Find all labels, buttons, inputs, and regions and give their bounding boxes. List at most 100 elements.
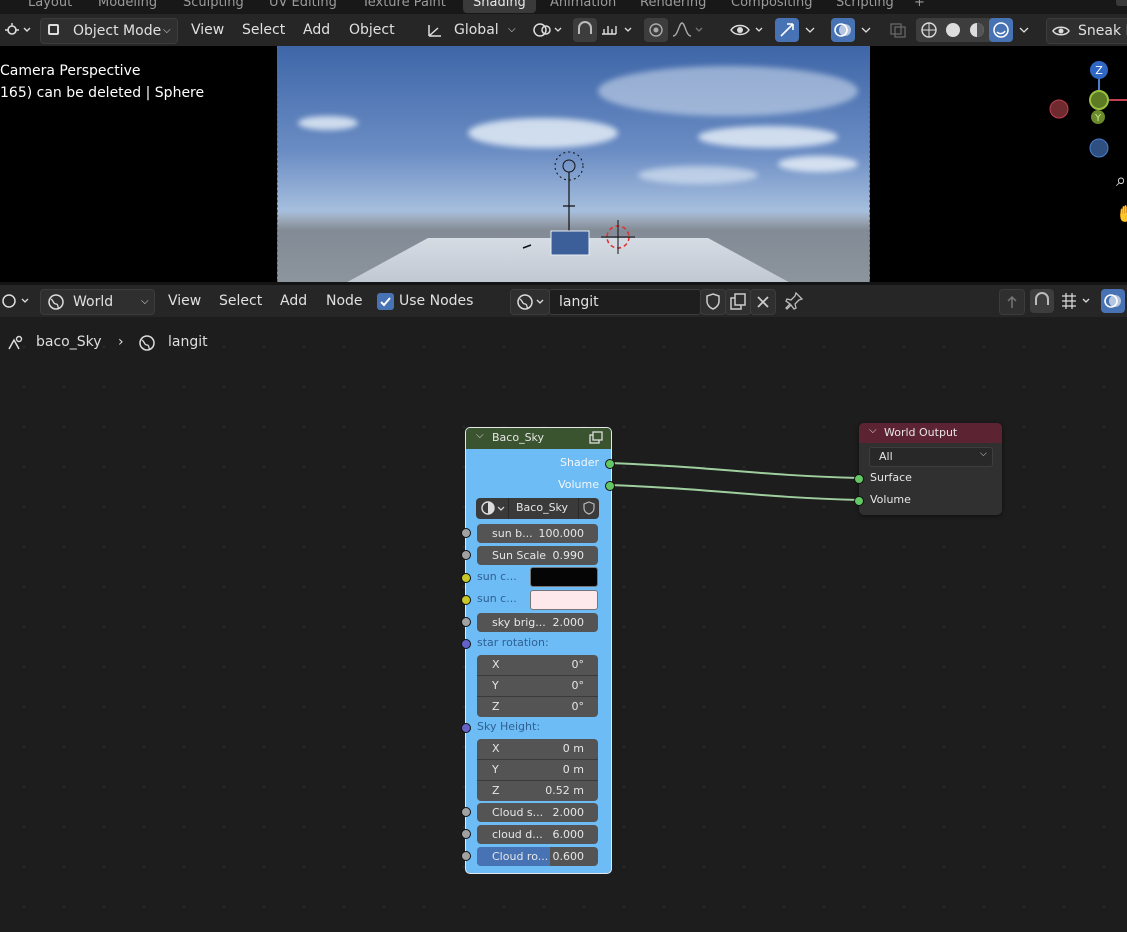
cloud-rotation-slider[interactable]: Cloud ro... 0.600 bbox=[477, 847, 598, 866]
tab-texture-paint[interactable]: Texture Paint bbox=[362, 0, 446, 13]
surface-input-socket[interactable] bbox=[854, 474, 864, 484]
shading-dropdown[interactable] bbox=[1014, 18, 1036, 42]
sky-height-y[interactable]: Y 0 m bbox=[477, 760, 598, 781]
sun-color-2-swatch[interactable] bbox=[530, 590, 598, 610]
sun-scale-field[interactable]: Sun Scale 0.990 bbox=[477, 546, 598, 565]
scene-selector-edge[interactable] bbox=[1116, 0, 1127, 6]
workspace-tabs: Layout Modeling Sculpting UV Editing Tex… bbox=[0, 0, 1127, 14]
snap-element-dropdown[interactable] bbox=[1058, 289, 1096, 313]
node-header[interactable]: ⌵ World Output bbox=[859, 423, 1002, 443]
sky-brightness-field[interactable]: sky brig... 2.000 bbox=[477, 613, 598, 632]
menu-object[interactable]: Object bbox=[349, 18, 395, 42]
node-tree-icon bbox=[481, 501, 505, 515]
node-group-selector[interactable]: Baco_Sky bbox=[476, 498, 599, 519]
sky-height-x[interactable]: X 0 m bbox=[477, 739, 598, 760]
pin-button[interactable] bbox=[782, 289, 806, 313]
star-rotation-z[interactable]: Z 0° bbox=[477, 697, 598, 717]
tab-modeling[interactable]: Modeling bbox=[98, 0, 157, 13]
tab-rendering[interactable]: Rendering bbox=[640, 0, 706, 13]
3d-viewport[interactable]: Camera Perspective 165) can be deleted |… bbox=[0, 46, 1127, 282]
falloff-dropdown[interactable] bbox=[670, 18, 706, 42]
color-input-socket[interactable] bbox=[461, 595, 471, 605]
star-rotation-vector[interactable]: X 0° Y 0° Z 0° bbox=[477, 655, 598, 717]
world-name-field[interactable]: langit bbox=[549, 289, 701, 315]
star-rotation-x[interactable]: X 0° bbox=[477, 655, 598, 676]
world-output-node[interactable]: ⌵ World Output All ⌵ Surface Volume bbox=[854, 423, 1002, 515]
overlay-toggle[interactable] bbox=[831, 18, 855, 42]
field-label: sun b... bbox=[492, 527, 533, 540]
output-shader-socket[interactable] bbox=[605, 459, 615, 469]
fake-user-button[interactable] bbox=[700, 289, 726, 315]
overlay-toggle[interactable] bbox=[1101, 289, 1125, 313]
sky-height-vector[interactable]: X 0 m Y 0 m Z 0.52 m bbox=[477, 739, 598, 801]
snap-toggle[interactable] bbox=[573, 18, 597, 42]
navigation-gizmo[interactable]: Z Y bbox=[1040, 56, 1127, 168]
sun-brightness-field[interactable]: sun b... 100.000 bbox=[477, 524, 598, 543]
input-socket[interactable] bbox=[461, 550, 471, 560]
unlink-button[interactable] bbox=[750, 289, 776, 315]
axis-value: 0° bbox=[571, 700, 585, 713]
menu-add[interactable]: Add bbox=[303, 18, 330, 42]
camera-view-icon[interactable]: ✋ bbox=[1116, 204, 1127, 223]
mode-dropdown[interactable]: Object Mode ⌵ bbox=[40, 18, 178, 44]
pivot-dropdown[interactable] bbox=[530, 18, 566, 42]
tab-uv-editing[interactable]: UV Editing bbox=[269, 0, 337, 13]
snap-toggle[interactable] bbox=[1030, 289, 1054, 313]
shader-type-dropdown[interactable]: World ⌵ bbox=[40, 289, 155, 315]
menu-view[interactable]: View bbox=[168, 289, 201, 313]
collapse-icon[interactable]: ⌵ bbox=[869, 425, 877, 436]
star-rotation-y[interactable]: Y 0° bbox=[477, 676, 598, 697]
vector-input-socket[interactable] bbox=[461, 639, 471, 649]
tab-sculpting[interactable]: Sculpting bbox=[183, 0, 244, 13]
gizmo-dropdown[interactable] bbox=[800, 18, 820, 42]
world-browse-button[interactable] bbox=[510, 289, 550, 315]
input-socket[interactable] bbox=[461, 528, 471, 538]
editor-type-button[interactable] bbox=[0, 289, 34, 313]
baco-sky-node[interactable]: ⌵ Baco_Sky Shader Volume Baco_Sky sun b.… bbox=[461, 427, 615, 874]
orientation-dropdown[interactable]: Global ⌵ bbox=[420, 18, 520, 42]
gizmo-toggle[interactable] bbox=[775, 18, 799, 42]
proportional-edit-toggle[interactable] bbox=[644, 18, 668, 42]
vector-input-socket[interactable] bbox=[461, 723, 471, 733]
node-editor-canvas[interactable]: baco_Sky › langit ⌵ Baco_Sky Shader Volu… bbox=[0, 317, 1127, 932]
output-volume-socket[interactable] bbox=[605, 481, 615, 491]
tab-animation[interactable]: Animation bbox=[550, 0, 616, 13]
shield-icon[interactable] bbox=[581, 501, 597, 516]
color-input-socket[interactable] bbox=[461, 573, 471, 583]
node-header[interactable]: ⌵ Baco_Sky bbox=[466, 428, 611, 449]
collapse-icon[interactable]: ⌵ bbox=[476, 430, 484, 441]
menu-select[interactable]: Select bbox=[242, 18, 285, 42]
xray-toggle[interactable] bbox=[886, 18, 910, 42]
menu-add[interactable]: Add bbox=[280, 289, 307, 313]
cloud-scale-field[interactable]: Cloud s... 2.000 bbox=[477, 803, 598, 822]
use-nodes-checkbox[interactable]: Use Nodes bbox=[377, 289, 487, 313]
field-value: 2.000 bbox=[552, 806, 585, 819]
editor-type-button[interactable] bbox=[2, 18, 34, 42]
visibility-dropdown[interactable] bbox=[728, 18, 768, 42]
cloud-density-field[interactable]: cloud d... 6.000 bbox=[477, 825, 598, 844]
menu-view[interactable]: View bbox=[191, 18, 224, 42]
menu-select[interactable]: Select bbox=[219, 289, 262, 313]
input-socket[interactable] bbox=[461, 617, 471, 627]
render-target-dropdown[interactable]: All ⌵ bbox=[869, 447, 993, 467]
tab-layout[interactable]: Layout bbox=[28, 0, 72, 13]
add-workspace-button[interactable]: + bbox=[914, 0, 925, 13]
duplicate-button[interactable] bbox=[725, 289, 751, 315]
sky-height-z[interactable]: Z 0.52 m bbox=[477, 781, 598, 801]
tab-shading[interactable]: Shading bbox=[463, 0, 536, 13]
input-socket[interactable] bbox=[461, 851, 471, 861]
menu-node[interactable]: Node bbox=[326, 289, 363, 313]
input-socket[interactable] bbox=[461, 807, 471, 817]
tab-scripting[interactable]: Scripting bbox=[836, 0, 894, 13]
overlay-dropdown[interactable] bbox=[856, 18, 876, 42]
rendered-shading-button[interactable] bbox=[989, 18, 1013, 42]
input-socket[interactable] bbox=[461, 829, 471, 839]
node-group-icon[interactable] bbox=[588, 431, 604, 446]
sneak-peek-button[interactable]: Sneak P bbox=[1046, 18, 1127, 44]
tab-compositing[interactable]: Compositing bbox=[731, 0, 813, 13]
zoom-icon[interactable]: ⌕ bbox=[1116, 170, 1126, 191]
parent-node-tree-button[interactable] bbox=[999, 289, 1025, 315]
sun-color-swatch[interactable] bbox=[530, 567, 598, 587]
volume-input-socket[interactable] bbox=[854, 496, 864, 506]
snap-target-dropdown[interactable] bbox=[598, 18, 638, 42]
